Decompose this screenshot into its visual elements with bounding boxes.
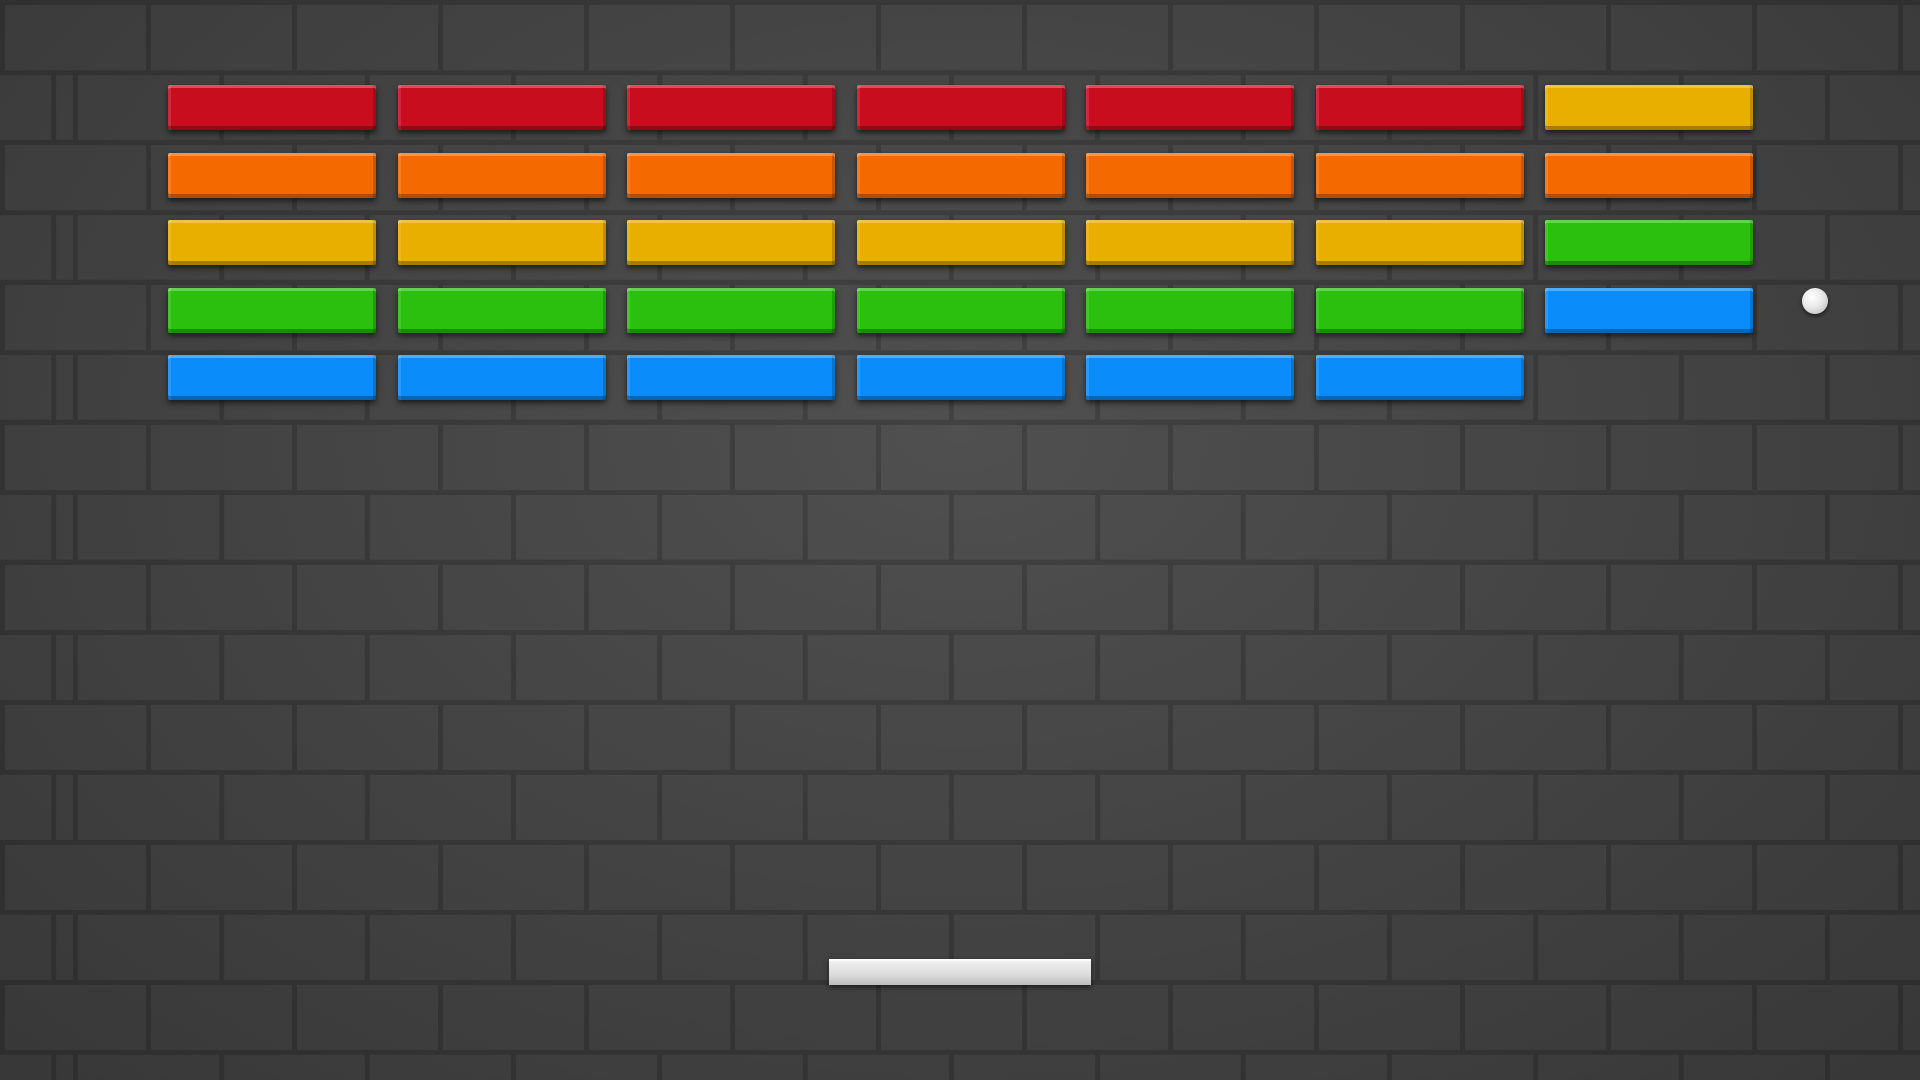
- brick-orange: [168, 152, 376, 198]
- ball: [1802, 288, 1828, 314]
- brick-green: [627, 287, 835, 333]
- brick-green: [856, 287, 1065, 333]
- brick-yellow: [168, 220, 376, 265]
- brick-blue: [627, 355, 835, 400]
- brick-red: [627, 85, 835, 130]
- brick-blue: [1315, 355, 1524, 400]
- brick-blue: [1545, 287, 1753, 333]
- brick-blue: [397, 355, 606, 400]
- brick-blue: [168, 355, 376, 400]
- brick-yellow: [397, 220, 606, 265]
- brick-orange: [1086, 152, 1294, 198]
- brick-yellow: [856, 220, 1065, 265]
- brick-green: [1086, 287, 1294, 333]
- brick-green: [1545, 220, 1753, 265]
- brick-orange: [1315, 152, 1524, 198]
- brick-orange: [856, 152, 1065, 198]
- brick-green: [168, 287, 376, 333]
- brick-red: [1315, 85, 1524, 130]
- brick-orange: [1545, 152, 1753, 198]
- brick-yellow: [627, 220, 835, 265]
- brick-grid: [0, 0, 1920, 1080]
- brick-green: [1315, 287, 1524, 333]
- brick-red: [856, 85, 1065, 130]
- brick-red: [1086, 85, 1294, 130]
- brick-red: [168, 85, 376, 130]
- brick-orange: [397, 152, 606, 198]
- brick-red: [397, 85, 606, 130]
- brick-green: [397, 287, 606, 333]
- brick-blue: [856, 355, 1065, 400]
- brick-yellow: [1315, 220, 1524, 265]
- brick-blue: [1086, 355, 1294, 400]
- brick-orange: [627, 152, 835, 198]
- brick-yellow: [1545, 85, 1753, 130]
- paddle[interactable]: [829, 959, 1091, 985]
- game-board[interactable]: [0, 0, 1920, 1080]
- brick-yellow: [1086, 220, 1294, 265]
